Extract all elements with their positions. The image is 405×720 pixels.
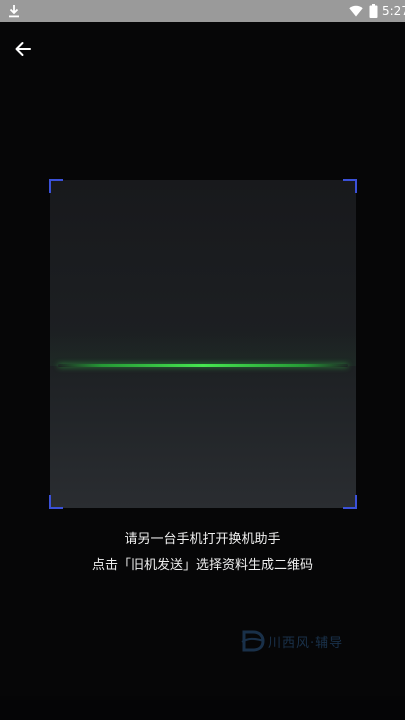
wifi-icon xyxy=(349,5,363,17)
watermark: 川西风·辅导 xyxy=(240,627,343,655)
scan-corner-bottom-left xyxy=(49,495,63,509)
scan-corner-top-right xyxy=(343,179,357,193)
status-bar: 5:27 xyxy=(0,0,405,22)
scan-line xyxy=(58,364,348,367)
instruction-line-2: 点击「旧机发送」选择资料生成二维码 xyxy=(91,558,313,573)
qr-scan-screen: 5:27 请另一台手机打开换机助手 点击「旧机发送」选择资料生成二维码 川西风·… xyxy=(0,0,405,720)
scan-corner-top-left xyxy=(49,179,63,193)
instruction-line-1: 请另一台手机打开换机助手 xyxy=(124,532,281,547)
qr-scan-frame xyxy=(49,179,357,509)
watermark-text: 川西风·辅导 xyxy=(268,635,344,651)
bottom-bar xyxy=(0,696,405,720)
scan-glow xyxy=(50,330,356,366)
scan-corner-bottom-right xyxy=(343,495,357,509)
download-icon xyxy=(9,5,19,18)
status-time: 5:27 xyxy=(382,4,405,18)
watermark-logo-icon xyxy=(241,630,265,652)
back-button[interactable] xyxy=(10,36,36,62)
arrow-left-icon xyxy=(15,42,31,56)
battery-icon xyxy=(369,4,378,18)
